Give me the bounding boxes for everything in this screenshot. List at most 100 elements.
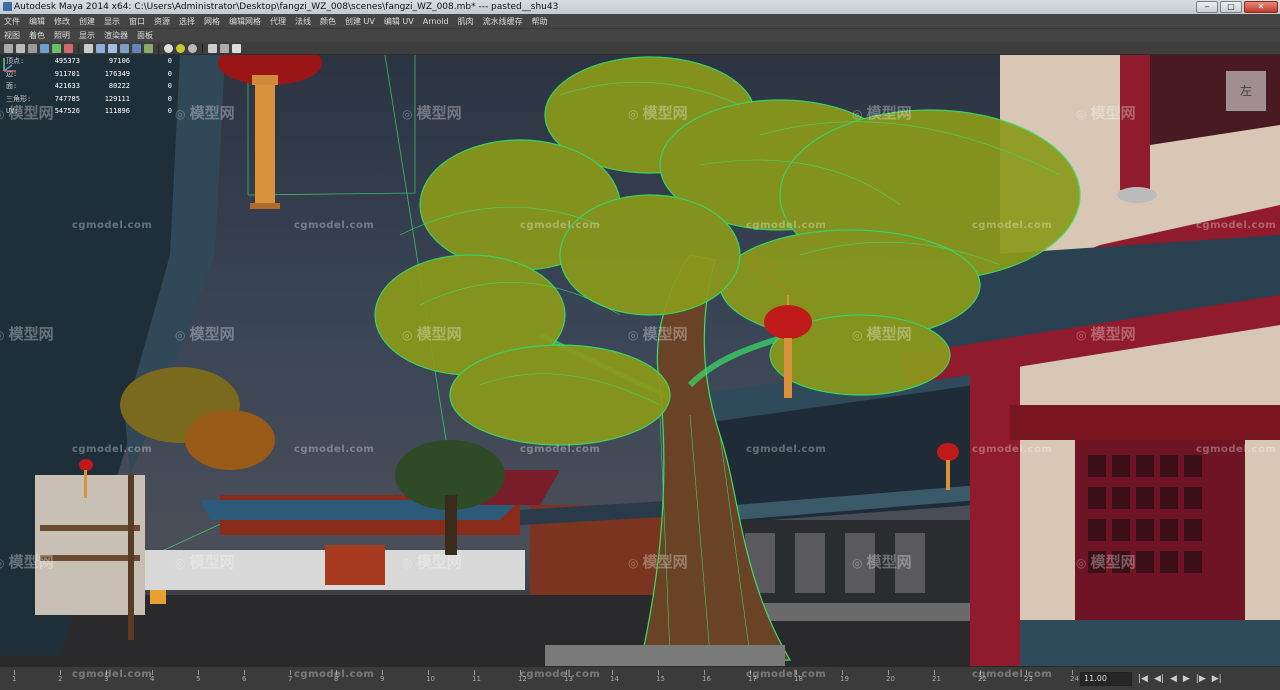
maximize-button[interactable]: □ (1220, 1, 1242, 13)
hud-row-verts: 顶点: 495373 97106 0 (6, 57, 172, 65)
minimize-button[interactable]: ‒ (1196, 1, 1218, 13)
axis-gizmo-icon (3, 58, 16, 72)
timeline-tick-label: 6 (242, 675, 247, 683)
menu-create-uv[interactable]: 创建 UV (345, 16, 375, 27)
timeline-tick-label: 19 (840, 675, 849, 683)
step-back-key-button[interactable]: ◀| (1154, 672, 1164, 686)
current-frame-field[interactable]: 11.00 (1080, 672, 1132, 686)
timeline-tick-label: 5 (196, 675, 201, 683)
menu-select[interactable]: 选择 (179, 16, 195, 27)
timeline-tick-label: 9 (380, 675, 385, 683)
paint-icon[interactable] (28, 43, 37, 53)
menu-modify[interactable]: 修改 (54, 16, 70, 27)
rotate-icon[interactable] (52, 43, 61, 53)
timeline-tick-label: 16 (702, 675, 711, 683)
select-icon[interactable] (4, 43, 13, 53)
title-bar: Autodesk Maya 2014 x64: C:\Users\Adminis… (0, 0, 1280, 14)
panel-menu-show[interactable]: 显示 (79, 30, 95, 41)
timeline-tick-label: 17 (748, 675, 757, 683)
tree-base-platform (545, 645, 785, 666)
smooth-shade-icon[interactable] (120, 43, 129, 53)
timeline-tick-label: 21 (932, 675, 941, 683)
timeline-ruler[interactable]: 1 2 3 4 5 6 7 8 9 10 11 12 13 14 15 16 17 18 19 20 21 22 23 24 (12, 670, 1079, 688)
menu-pipeline-cache[interactable]: 流水线缓存 (483, 16, 523, 27)
panel-menu-panels[interactable]: 面板 (137, 30, 153, 41)
menu-edit-mesh[interactable]: 编辑网格 (229, 16, 261, 27)
wireframe-icon[interactable] (108, 43, 117, 53)
view-cube[interactable]: 左 (1226, 71, 1266, 111)
lasso-icon[interactable] (16, 43, 25, 53)
timeline-tick-label: 20 (886, 675, 895, 683)
perspective-viewport[interactable]: 顶点: 495373 97106 0 边: 911701 176349 0 面:… (0, 55, 1280, 666)
move-icon[interactable] (40, 43, 49, 53)
menu-create[interactable]: 创建 (79, 16, 95, 27)
close-button[interactable]: ✕ (1244, 1, 1278, 13)
timeline-tick-label: 11 (472, 675, 481, 683)
menu-color[interactable]: 颜色 (320, 16, 336, 27)
isolate-icon[interactable] (188, 43, 197, 53)
time-slider[interactable]: 1 2 3 4 5 6 7 8 9 10 11 12 13 14 15 16 17 18 19 20 21 22 23 24 … (0, 666, 1280, 690)
menu-display[interactable]: 显示 (104, 16, 120, 27)
window-controls: ‒ □ ✕ (1196, 0, 1278, 14)
menu-help[interactable]: 帮助 (532, 16, 548, 27)
panel-menu-lighting[interactable]: 照明 (54, 30, 70, 41)
menu-edit[interactable]: 编辑 (29, 16, 45, 27)
toolbar-divider (202, 43, 203, 53)
hanging-lantern-left (218, 55, 322, 209)
go-to-start-button[interactable]: |◀ (1138, 672, 1148, 686)
timeline-tick-label: 12 (518, 675, 527, 683)
timeline-tick-label: 7 (288, 675, 293, 683)
timeline-tick-label: 15 (656, 675, 665, 683)
texture-icon[interactable] (132, 43, 141, 53)
timeline-tick-label: 13 (564, 675, 573, 683)
grid-icon[interactable] (96, 43, 105, 53)
timeline-tick-label: 3 (104, 675, 109, 683)
menu-file[interactable]: 文件 (4, 16, 20, 27)
hud-row-edges: 边: 911701 176349 0 (6, 69, 172, 78)
menu-normals[interactable]: 法线 (295, 16, 311, 27)
xray-icon[interactable] (176, 43, 185, 53)
menu-arnold[interactable]: Arnold (423, 17, 449, 26)
timeline-tick-label: 10 (426, 675, 435, 683)
menu-edit-uv[interactable]: 编辑 UV (384, 16, 414, 27)
timeline-tick-label: 23 (1024, 675, 1033, 683)
timeline-tick-label: 22 (978, 675, 987, 683)
hud-row-uvs: UV: 547526 111896 0 (6, 107, 172, 115)
toolbar-divider (78, 43, 79, 53)
light-icon[interactable] (144, 43, 153, 53)
scale-icon[interactable] (64, 43, 73, 53)
timeline-tick-label: 2 (58, 675, 63, 683)
timeline-tick-label: 8 (334, 675, 339, 683)
playback-controls: |◀ ◀| ◀ ▶ |▶ ▶| (1138, 672, 1222, 686)
menu-mesh[interactable]: 网格 (204, 16, 220, 27)
resolution-gate-icon[interactable] (208, 43, 217, 53)
timeline-tick-label: 18 (794, 675, 803, 683)
window-title: Autodesk Maya 2014 x64: C:\Users\Adminis… (14, 2, 559, 12)
menu-window[interactable]: 窗口 (129, 16, 145, 27)
timeline-tick-label: 24 (1070, 675, 1079, 683)
poly-count-hud: 顶点: 495373 97106 0 边: 911701 176349 0 面:… (6, 55, 172, 118)
shadow-icon[interactable] (164, 43, 173, 53)
panel-menu-shading[interactable]: 着色 (29, 30, 45, 41)
hud-row-tris: 三角形: 747785 129111 0 (6, 94, 172, 103)
go-to-end-button[interactable]: ▶| (1212, 672, 1222, 686)
timeline-tick-label: 14 (610, 675, 619, 683)
menu-proxy[interactable]: 代理 (270, 16, 286, 27)
panel-menu-renderer[interactable]: 渲染器 (104, 30, 128, 41)
timeline-tick-label: 1 (12, 675, 17, 683)
panel-menu-view[interactable]: 视图 (4, 30, 20, 41)
menu-muscle[interactable]: 肌肉 (458, 16, 474, 27)
panel-menu-bar: 视图 着色 照明 显示 渲染器 面板 (0, 29, 1280, 42)
step-forward-key-button[interactable]: |▶ (1196, 672, 1206, 686)
step-back-frame-button[interactable]: ◀ (1170, 672, 1177, 686)
maya-logo-icon (3, 2, 12, 11)
menu-assets[interactable]: 资源 (154, 16, 170, 27)
maya-window: Autodesk Maya 2014 x64: C:\Users\Adminis… (0, 0, 1280, 690)
panel-toolbar (0, 42, 1280, 55)
hud-row-faces: 面: 421633 80222 0 (6, 82, 172, 90)
safe-frame-icon[interactable] (220, 43, 229, 53)
isolate-select-icon[interactable] (232, 43, 241, 53)
play-forward-button[interactable]: ▶ (1183, 672, 1190, 686)
camera-icon[interactable] (84, 43, 93, 53)
scene-render (0, 55, 1280, 666)
